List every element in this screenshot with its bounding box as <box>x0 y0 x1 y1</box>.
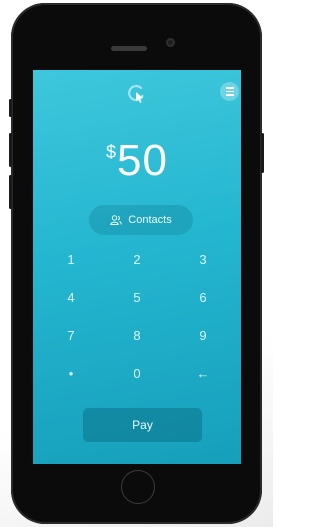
app-screen: $50 Contacts 1 2 3 4 5 6 7 8 9 • 0 ← Pay <box>33 70 241 464</box>
phone-camera <box>166 38 175 47</box>
phone-volume-down <box>9 175 12 209</box>
key-0[interactable]: 0 <box>117 359 157 389</box>
contacts-button-label: Contacts <box>128 214 172 226</box>
currency-symbol: $ <box>106 142 117 162</box>
menu-button[interactable] <box>220 82 239 101</box>
key-9[interactable]: 9 <box>183 321 223 351</box>
contacts-button[interactable]: Contacts <box>89 205 193 235</box>
contacts-icon <box>110 215 123 225</box>
key-6[interactable]: 6 <box>183 283 223 313</box>
key-decimal[interactable]: • <box>51 359 91 389</box>
phone-mute-switch <box>9 99 12 117</box>
key-1[interactable]: 1 <box>51 245 91 275</box>
key-7[interactable]: 7 <box>51 321 91 351</box>
app-logo-icon <box>128 85 144 103</box>
key-backspace[interactable]: ← <box>183 359 223 389</box>
key-5[interactable]: 5 <box>117 283 157 313</box>
phone-earpiece <box>111 46 147 51</box>
key-8[interactable]: 8 <box>117 321 157 351</box>
pay-button[interactable]: Pay <box>83 408 202 442</box>
key-3[interactable]: 3 <box>183 245 223 275</box>
phone-home-button[interactable] <box>121 470 155 504</box>
key-4[interactable]: 4 <box>51 283 91 313</box>
phone-volume-up <box>9 133 12 167</box>
phone-power-button <box>261 133 264 173</box>
amount-value: 50 <box>117 136 168 185</box>
payment-amount: $50 <box>33 136 241 186</box>
key-2[interactable]: 2 <box>117 245 157 275</box>
hamburger-menu-icon <box>225 86 234 96</box>
